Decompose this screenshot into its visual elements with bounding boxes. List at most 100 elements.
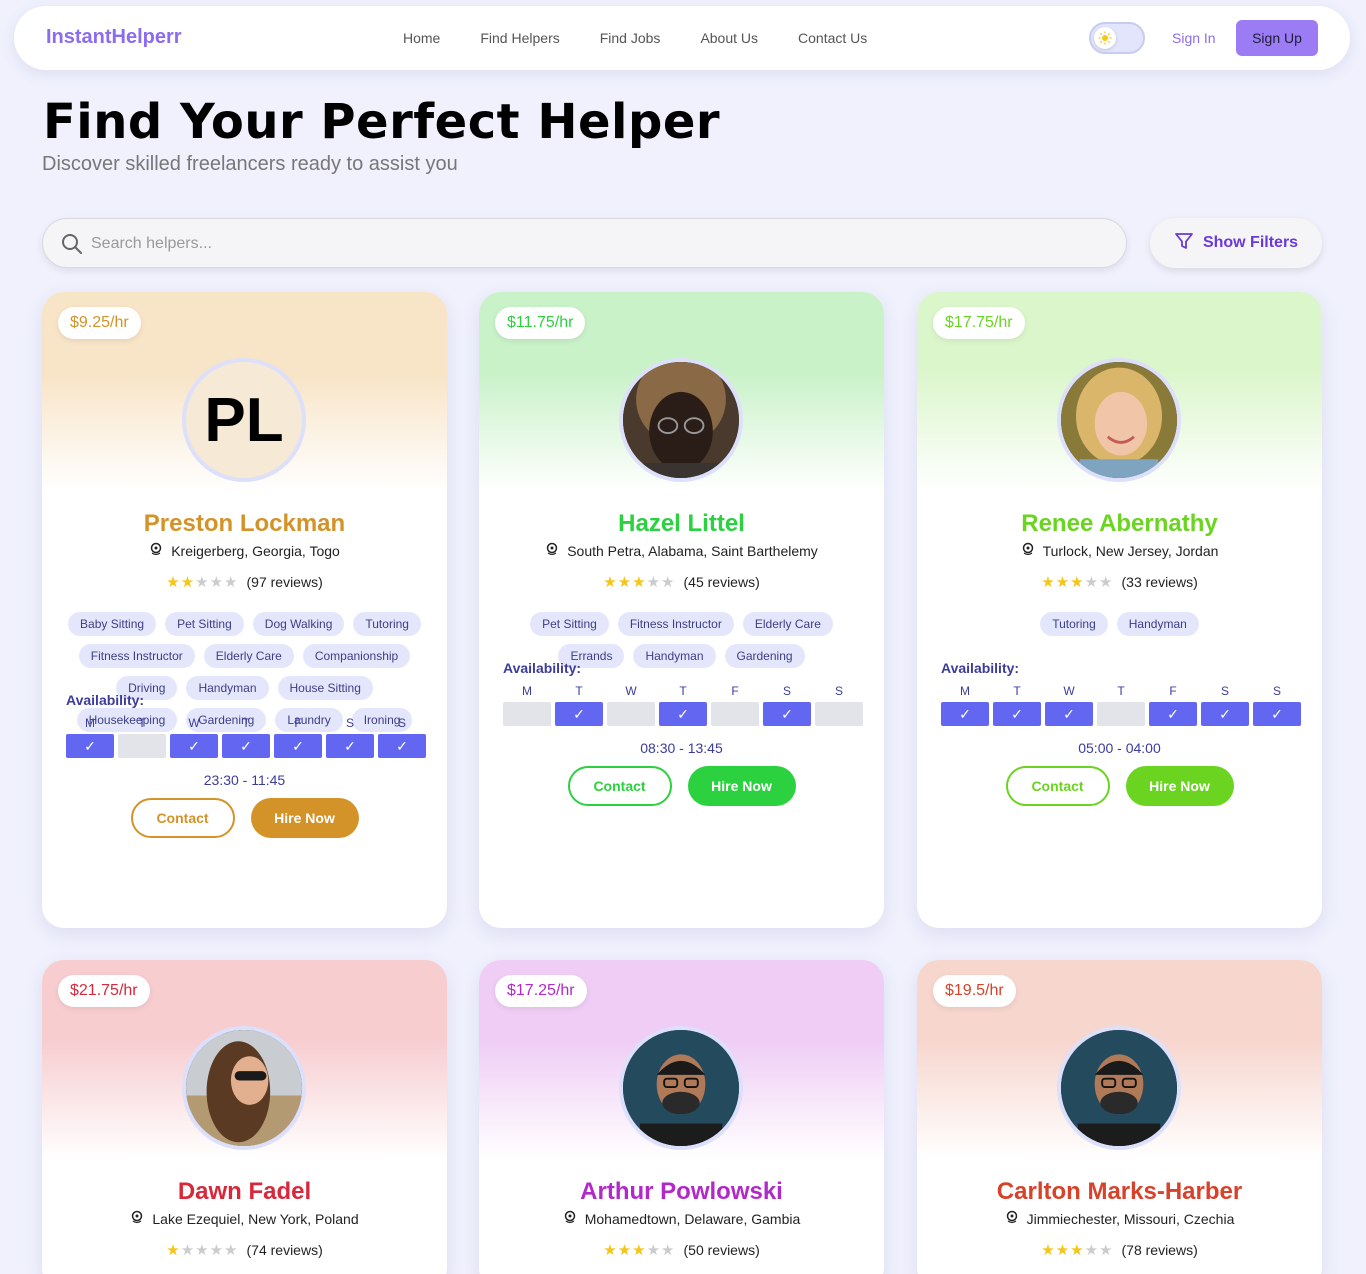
contact-button[interactable]: Contact <box>567 766 672 806</box>
sign-up-button[interactable]: Sign Up <box>1236 20 1318 56</box>
helper-location: South Petra, Alabama, Saint Barthelemy <box>479 542 884 559</box>
availability-day: S <box>815 684 863 726</box>
location-pin-icon <box>149 542 163 559</box>
nav-link-find-jobs[interactable]: Find Jobs <box>600 30 661 46</box>
check-icon: ✓ <box>659 702 707 726</box>
review-count: (33 reviews) <box>1121 574 1198 590</box>
theme-toggle[interactable] <box>1089 22 1145 54</box>
day-letter: S <box>1272 684 1281 698</box>
day-letter: F <box>731 684 739 698</box>
contact-button[interactable]: Contact <box>130 798 235 838</box>
check-icon: ✓ <box>1149 702 1197 726</box>
location-text: Mohamedtown, Delaware, Gambia <box>584 1210 801 1227</box>
review-count: (78 reviews) <box>1121 1242 1198 1258</box>
day-letter: M <box>85 716 95 730</box>
card-actions: Contact Hire Now <box>42 798 447 838</box>
helper-card[interactable]: $21.75/hr Dawn Fadel Lake Ezequiel, New Yo… <box>42 960 447 1274</box>
day-letter: F <box>294 716 302 730</box>
helper-location: Mohamedtown, Delaware, Gambia <box>479 1210 884 1227</box>
brand-logo[interactable]: InstantHelperr <box>46 26 182 49</box>
availability-label: Availability: <box>66 692 145 708</box>
day-letter: T <box>679 684 687 698</box>
hourly-rate-badge: $17.75/hr <box>933 307 1025 339</box>
helper-location: Lake Ezequiel, New York, Poland <box>42 1210 447 1227</box>
check-icon: ✓ <box>378 734 426 758</box>
hire-now-button[interactable]: Hire Now <box>687 766 796 806</box>
skill-tags: Baby Sitting Pet Sitting Dog Walking Tutori… <box>62 612 427 732</box>
sign-in-link[interactable]: Sign In <box>1172 30 1216 46</box>
availability-days: M ✓ T ✓ W ✓ T F ✓ S ✓ S ✓ <box>941 684 1301 726</box>
search-icon <box>61 233 83 260</box>
location-text: Jimmiechester, Missouri, Czechia <box>1026 1210 1235 1227</box>
location-pin-icon <box>1005 1210 1019 1227</box>
skill-tag: Tutoring <box>1040 612 1108 636</box>
check-icon: ✓ <box>326 734 374 758</box>
avatar <box>619 358 743 482</box>
helper-name: Dawn Fadel <box>177 1178 312 1205</box>
star-rating-icon: ★★★★★ <box>166 1242 239 1259</box>
filter-icon <box>1174 231 1194 256</box>
nav-link-contact-us[interactable]: Contact Us <box>798 30 867 46</box>
show-filters-button[interactable]: Show Filters <box>1150 218 1322 268</box>
helper-rating: ★★★★★ (33 reviews) <box>917 573 1322 591</box>
day-unavailable <box>118 734 166 758</box>
show-filters-label: Show Filters <box>1202 234 1299 251</box>
day-letter: W <box>625 684 637 698</box>
check-icon: ✓ <box>274 734 322 758</box>
skill-tag: Handyman <box>186 676 269 700</box>
helper-card[interactable]: $9.25/hr PL Preston Lockman Kreigerberg, Ge… <box>42 292 447 928</box>
helper-rating: ★★★★★ (74 reviews) <box>42 1241 447 1259</box>
avatar <box>1057 358 1181 482</box>
availability-day: S ✓ <box>1253 684 1301 726</box>
day-unavailable <box>607 702 655 726</box>
contact-button[interactable]: Contact <box>1005 766 1110 806</box>
day-letter: S <box>1220 684 1229 698</box>
skill-tag: Gardening <box>724 644 805 668</box>
helper-name: Preston Lockman <box>143 510 346 537</box>
availability-day: T <box>1097 684 1145 726</box>
availability-day: M ✓ <box>941 684 989 726</box>
available-hours: 08:30 - 13:45 <box>640 740 723 756</box>
skill-tag: Companionship <box>302 644 411 668</box>
review-count: (74 reviews) <box>246 1242 323 1258</box>
helper-rating: ★★★★★ (50 reviews) <box>479 1241 884 1259</box>
check-icon: ✓ <box>993 702 1041 726</box>
check-icon: ✓ <box>941 702 989 726</box>
available-hours: 05:00 - 04:00 <box>1078 740 1161 756</box>
helper-card[interactable]: $11.75/hr Hazel Littel South Petra, Alabam… <box>479 292 884 928</box>
helper-name: Renee Abernathy <box>1021 510 1218 537</box>
skill-tag: Fitness Instructor <box>617 612 734 636</box>
nav-links: Home Find Helpers Find Jobs About Us Con… <box>403 30 907 46</box>
helper-card[interactable]: $17.25/hr Arthur Powlowski Mohamedtown, De… <box>479 960 884 1274</box>
skill-tag: Fitness Instructor <box>78 644 195 668</box>
nav-link-home[interactable]: Home <box>403 30 440 46</box>
helper-card[interactable]: $19.5/hr Carlton Marks-Harber Jimmiecheste… <box>917 960 1322 1274</box>
location-pin-icon <box>563 1210 577 1227</box>
day-letter: S <box>782 684 791 698</box>
availability-day: S ✓ <box>1201 684 1249 726</box>
location-text: Lake Ezequiel, New York, Poland <box>152 1210 359 1227</box>
page-title: Find Your Perfect Helper <box>43 94 721 150</box>
star-rating-icon: ★★★★★ <box>1041 1242 1114 1259</box>
star-rating-icon: ★★★★★ <box>166 574 239 591</box>
day-unavailable <box>503 702 551 726</box>
hire-now-button[interactable]: Hire Now <box>1125 766 1234 806</box>
skill-tag: Handyman <box>1116 612 1199 636</box>
check-icon: ✓ <box>66 734 114 758</box>
search-input[interactable] <box>91 227 1101 261</box>
nav-link-find-helpers[interactable]: Find Helpers <box>480 30 559 46</box>
skill-tags: Tutoring Handyman <box>937 612 1302 636</box>
hire-now-button[interactable]: Hire Now <box>250 798 359 838</box>
day-unavailable <box>1097 702 1145 726</box>
skill-tag: Pet Sitting <box>530 612 609 636</box>
day-letter: W <box>1063 684 1075 698</box>
availability-day: F ✓ <box>1149 684 1197 726</box>
nav-link-about-us[interactable]: About Us <box>700 30 758 46</box>
skill-tag: Tutoring <box>353 612 421 636</box>
availability-label: Availability: <box>941 660 1020 676</box>
helper-card[interactable]: $17.75/hr Renee Abernathy Turlock, New Jer… <box>917 292 1322 928</box>
helper-rating: ★★★★★ (97 reviews) <box>42 573 447 591</box>
helper-name: Carlton Marks-Harber <box>996 1178 1243 1205</box>
day-letter: F <box>1169 684 1177 698</box>
availability-day: F <box>711 684 759 726</box>
